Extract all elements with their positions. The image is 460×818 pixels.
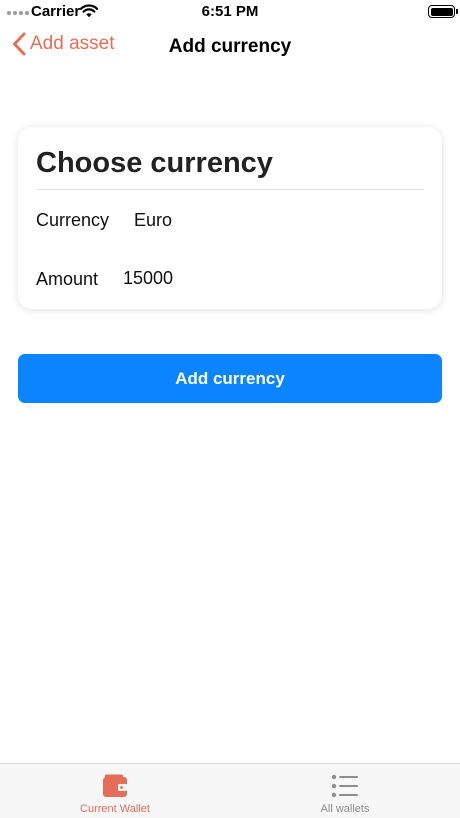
card-title: Choose currency (36, 147, 273, 179)
status-bar: Carrier 6:51 PM (0, 0, 460, 24)
currency-label: Currency (36, 210, 110, 230)
add-currency-screen: Carrier 6:51 PM Add asset Add currency C… (0, 0, 460, 818)
amount-label: Amount (36, 269, 99, 289)
card-divider (36, 189, 424, 190)
amount-input[interactable] (123, 268, 273, 289)
tab-all-wallets[interactable]: All wallets (230, 764, 460, 818)
battery-icon (428, 5, 458, 18)
tab-all-wallets-label: All wallets (320, 803, 370, 815)
tab-current-wallet-label: Current Wallet (80, 803, 150, 815)
status-time: 6:51 PM (201, 3, 259, 20)
currency-picker[interactable]: Euro (134, 210, 172, 231)
tab-bar: Current Wallet All wallets (0, 763, 460, 818)
list-icon (331, 773, 359, 804)
wallet-icon (102, 773, 128, 804)
page-title: Add currency (168, 36, 292, 57)
tab-current-wallet[interactable]: Current Wallet (0, 764, 230, 818)
choose-currency-card: Choose currency Currency Euro Amount (18, 127, 442, 309)
navigation-bar: Add asset Add currency (0, 24, 460, 70)
add-currency-button[interactable]: Add currency (18, 354, 442, 403)
